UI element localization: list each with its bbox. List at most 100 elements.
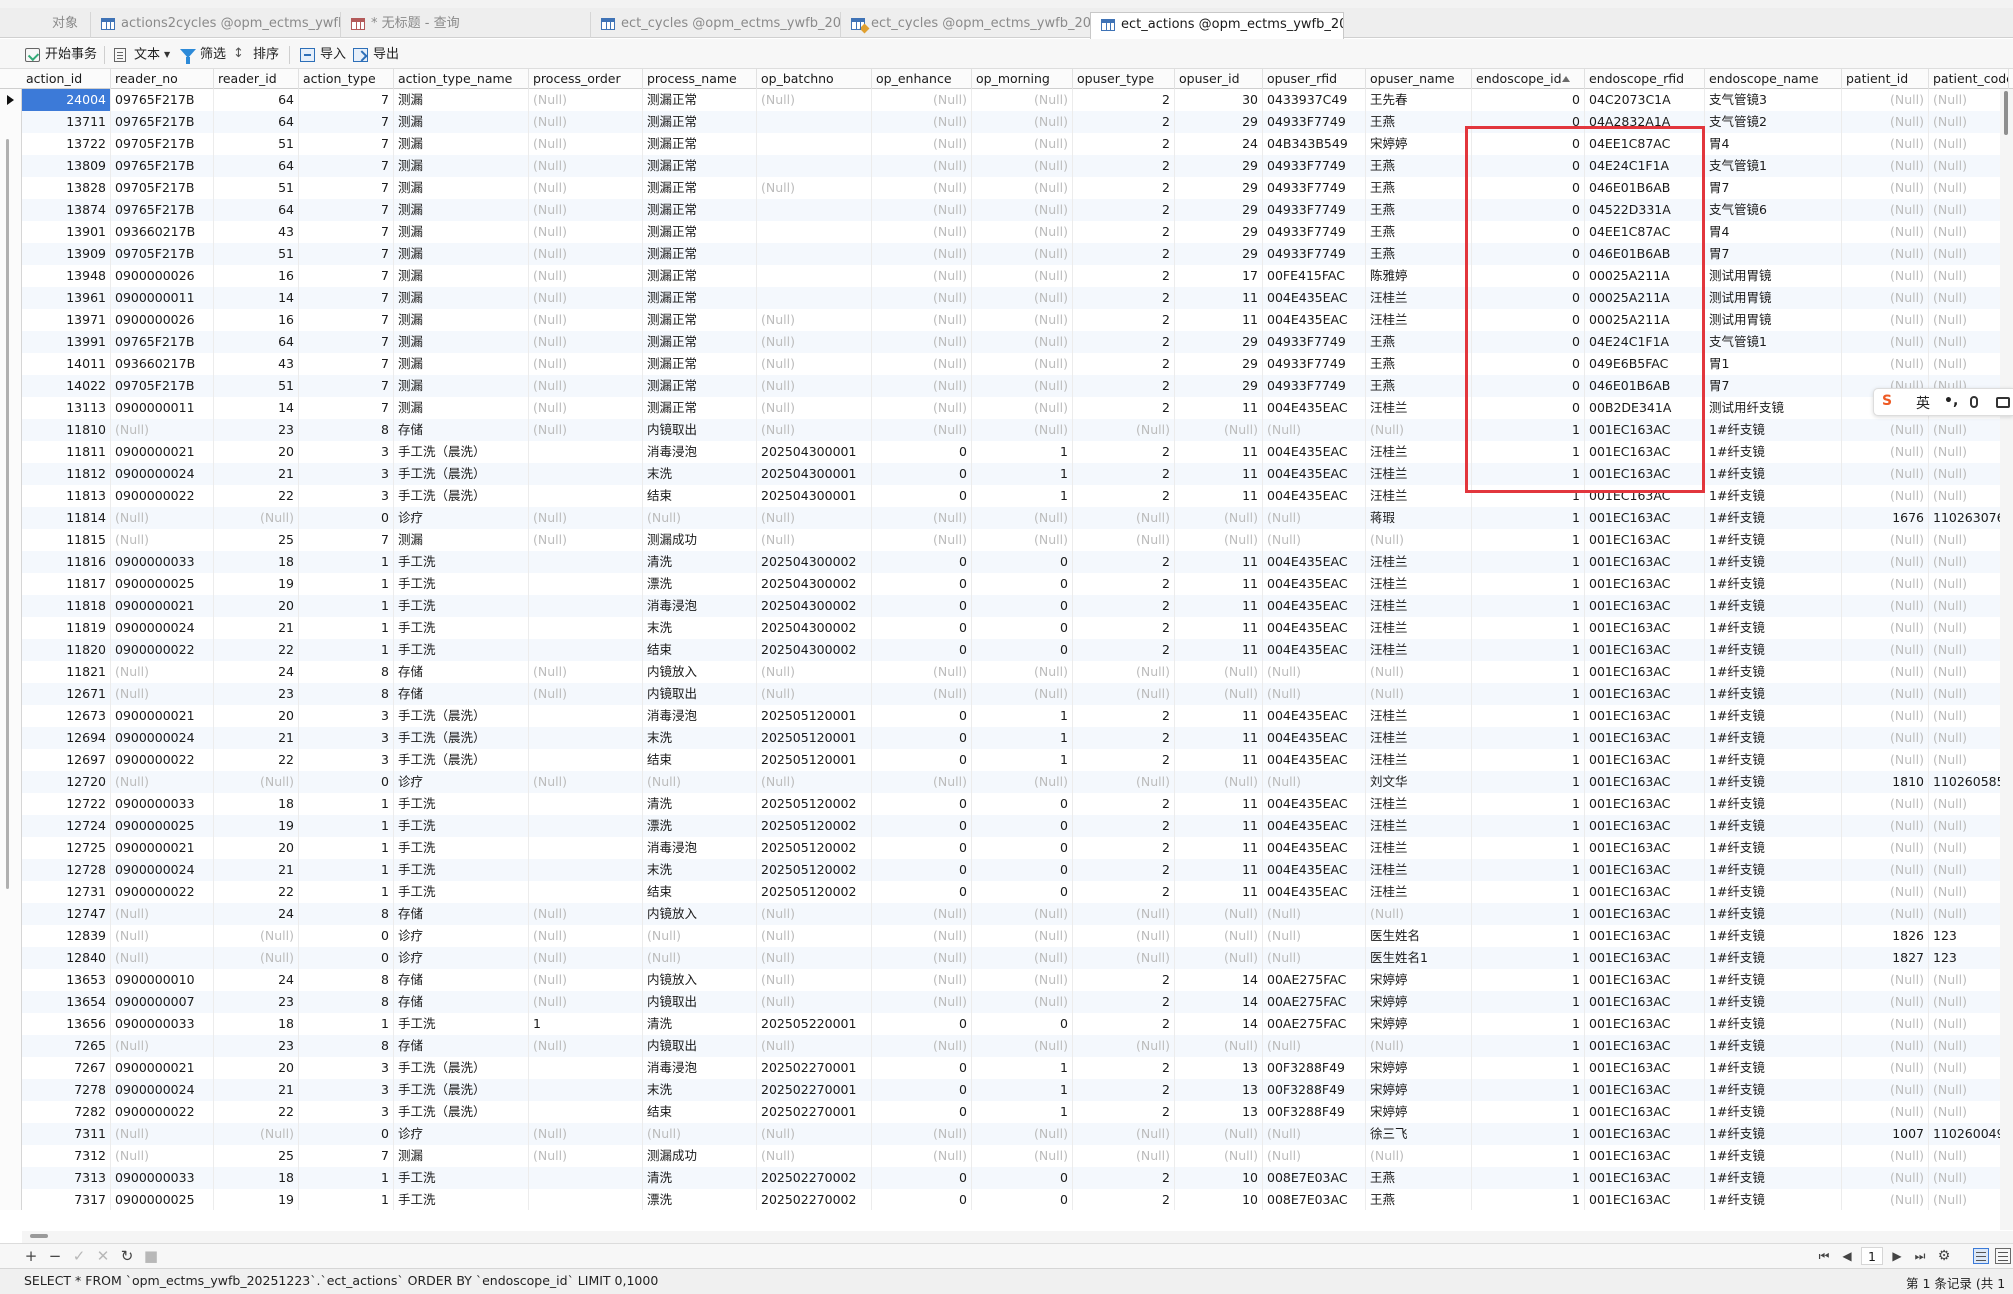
cell-reader-no[interactable]: 0900000022 <box>111 485 214 507</box>
cell-reader-id[interactable]: 18 <box>214 1167 299 1189</box>
cell-op-batchno[interactable]: 202504300001 <box>757 485 872 507</box>
cell-op-morning[interactable]: (Null) <box>972 309 1073 331</box>
cell-opuser-type[interactable]: (Null) <box>1073 947 1175 969</box>
column-header-endoscope-name[interactable]: endoscope_name <box>1705 69 1842 89</box>
cell-endoscope-id[interactable]: 1 <box>1472 1035 1585 1057</box>
cell-opuser-name[interactable]: (Null) <box>1366 1145 1472 1167</box>
cell-endoscope-rfid[interactable]: 001EC163AC <box>1585 1013 1705 1035</box>
cell-reader-id[interactable]: 22 <box>214 485 299 507</box>
table-row[interactable]: 14022 09705F217B 51 7 测漏 (Null) 测漏正常 (Null) (Nul… <box>22 375 2013 397</box>
cell-endoscope-id[interactable]: 1 <box>1472 1057 1585 1079</box>
cell-endoscope-name[interactable]: 1#纤支镜 <box>1705 859 1842 881</box>
column-header-process-name[interactable]: process_name <box>643 69 757 89</box>
cell-action-type[interactable]: 0 <box>299 947 394 969</box>
cell-op-morning[interactable]: 0 <box>972 551 1073 573</box>
cell-opuser-name[interactable]: (Null) <box>1366 661 1472 683</box>
cell-endoscope-rfid[interactable]: 001EC163AC <box>1585 485 1705 507</box>
cell-endoscope-rfid[interactable]: 001EC163AC <box>1585 1101 1705 1123</box>
cell-action-type-name[interactable]: 测漏 <box>394 287 529 309</box>
column-header-op-morning[interactable]: op_morning <box>972 69 1073 89</box>
cell-process-name[interactable]: 测漏正常 <box>643 133 757 155</box>
cell-reader-no[interactable]: 0900000021 <box>111 837 214 859</box>
next-page-icon[interactable]: ▶ <box>1888 1247 1906 1265</box>
cell-endoscope-id[interactable]: 0 <box>1472 331 1585 353</box>
cell-action-type-name[interactable]: 手工洗（晨洗） <box>394 1101 529 1123</box>
cell-action-type[interactable]: 3 <box>299 441 394 463</box>
cell-op-enhance[interactable]: (Null) <box>872 243 972 265</box>
cell-reader-id[interactable]: 64 <box>214 155 299 177</box>
table-row[interactable]: 13113 0900000011 14 7 测漏 (Null) 测漏正常 (Null) (Nul… <box>22 397 2013 419</box>
cell-op-morning[interactable]: 1 <box>972 1057 1073 1079</box>
cell-action-type-name[interactable]: 测漏 <box>394 199 529 221</box>
cell-process-name[interactable]: 测漏正常 <box>643 397 757 419</box>
cell-op-enhance[interactable]: 0 <box>872 705 972 727</box>
cell-opuser-rfid[interactable]: 004E435EAC <box>1263 859 1366 881</box>
cell-patient-id[interactable]: (Null) <box>1842 617 1929 639</box>
cell-patient-code[interactable]: (Null) <box>1929 551 2009 573</box>
cell-opuser-id[interactable]: 29 <box>1175 353 1263 375</box>
cell-process-name[interactable]: 漂洗 <box>643 1189 757 1210</box>
cell-opuser-type[interactable]: (Null) <box>1073 771 1175 793</box>
cell-reader-no[interactable]: 09765F217B <box>111 111 214 133</box>
table-row[interactable]: 24004 09765F217B 64 7 测漏 (Null) 测漏正常 (Null) (Nul… <box>22 89 2013 111</box>
cell-process-name[interactable]: 末洗 <box>643 1079 757 1101</box>
cell-action-type[interactable]: 7 <box>299 221 394 243</box>
cell-process-name[interactable]: 测漏正常 <box>643 221 757 243</box>
cell-opuser-type[interactable]: (Null) <box>1073 507 1175 529</box>
cell-opuser-rfid[interactable]: 004E435EAC <box>1263 309 1366 331</box>
cell-opuser-id[interactable]: 11 <box>1175 551 1263 573</box>
sort-button[interactable]: ↕ 排序 <box>233 45 279 65</box>
cell-action-id[interactable]: 12839 <box>22 925 111 947</box>
cell-endoscope-name[interactable]: 1#纤支镜 <box>1705 529 1842 551</box>
cell-reader-no[interactable]: (Null) <box>111 1145 214 1167</box>
cell-opuser-name[interactable]: 汪桂兰 <box>1366 463 1472 485</box>
cell-opuser-rfid[interactable]: 008E7E03AC <box>1263 1167 1366 1189</box>
cell-process-name[interactable]: 清洗 <box>643 793 757 815</box>
cell-patient-id[interactable]: (Null) <box>1842 793 1929 815</box>
cell-action-type-name[interactable]: 手工洗 <box>394 551 529 573</box>
cell-action-type-name[interactable]: 诊疗 <box>394 925 529 947</box>
cell-process-name[interactable]: 结束 <box>643 881 757 903</box>
cell-action-type[interactable]: 1 <box>299 639 394 661</box>
cell-action-type-name[interactable]: 测漏 <box>394 243 529 265</box>
stop-icon[interactable]: ■ <box>142 1247 160 1265</box>
cell-endoscope-rfid[interactable]: 001EC163AC <box>1585 639 1705 661</box>
cell-op-morning[interactable]: (Null) <box>972 1145 1073 1167</box>
cell-opuser-name[interactable]: 王燕 <box>1366 353 1472 375</box>
cell-endoscope-name[interactable]: 1#纤支镜 <box>1705 881 1842 903</box>
cell-endoscope-name[interactable]: 1#纤支镜 <box>1705 1013 1842 1035</box>
cell-op-enhance[interactable]: 0 <box>872 573 972 595</box>
cell-process-name[interactable]: 结束 <box>643 749 757 771</box>
cell-process-order[interactable]: (Null) <box>529 221 643 243</box>
cell-action-id[interactable]: 13653 <box>22 969 111 991</box>
cell-process-name[interactable]: (Null) <box>643 1123 757 1145</box>
cell-process-name[interactable]: 测漏正常 <box>643 353 757 375</box>
cell-endoscope-name[interactable]: 胃1 <box>1705 353 1842 375</box>
cell-reader-no[interactable]: (Null) <box>111 771 214 793</box>
cell-action-type[interactable]: 7 <box>299 529 394 551</box>
cell-action-id[interactable]: 7311 <box>22 1123 111 1145</box>
cell-endoscope-rfid[interactable]: 001EC163AC <box>1585 419 1705 441</box>
cell-endoscope-name[interactable]: 1#纤支镜 <box>1705 595 1842 617</box>
cell-endoscope-id[interactable]: 1 <box>1472 969 1585 991</box>
cell-process-order[interactable] <box>529 1101 643 1123</box>
table-row[interactable]: 13909 09705F217B 51 7 测漏 (Null) 测漏正常 (Null) (Nul… <box>22 243 2013 265</box>
horizontal-scrollbar[interactable] <box>22 1231 2013 1243</box>
cell-process-name[interactable]: 测漏正常 <box>643 243 757 265</box>
cell-process-name[interactable]: 测漏正常 <box>643 375 757 397</box>
cell-action-id[interactable]: 11818 <box>22 595 111 617</box>
cell-action-type-name[interactable]: 手工洗 <box>394 1167 529 1189</box>
cell-action-type[interactable]: 3 <box>299 1101 394 1123</box>
cell-endoscope-id[interactable]: 1 <box>1472 705 1585 727</box>
cell-opuser-type[interactable]: (Null) <box>1073 661 1175 683</box>
cell-op-morning[interactable]: 1 <box>972 1079 1073 1101</box>
column-header-op-batchno[interactable]: op_batchno <box>757 69 872 89</box>
cell-opuser-name[interactable]: (Null) <box>1366 529 1472 551</box>
cell-patient-id[interactable]: (Null) <box>1842 89 1929 111</box>
cell-reader-no[interactable]: 09765F217B <box>111 199 214 221</box>
cell-action-type-name[interactable]: 存储 <box>394 969 529 991</box>
cell-patient-id[interactable]: (Null) <box>1842 441 1929 463</box>
cell-process-order[interactable] <box>529 837 643 859</box>
cell-action-type[interactable]: 8 <box>299 903 394 925</box>
table-row[interactable]: 11812 0900000024 21 3 手工洗（晨洗） 末洗 202504300001 0… <box>22 463 2013 485</box>
